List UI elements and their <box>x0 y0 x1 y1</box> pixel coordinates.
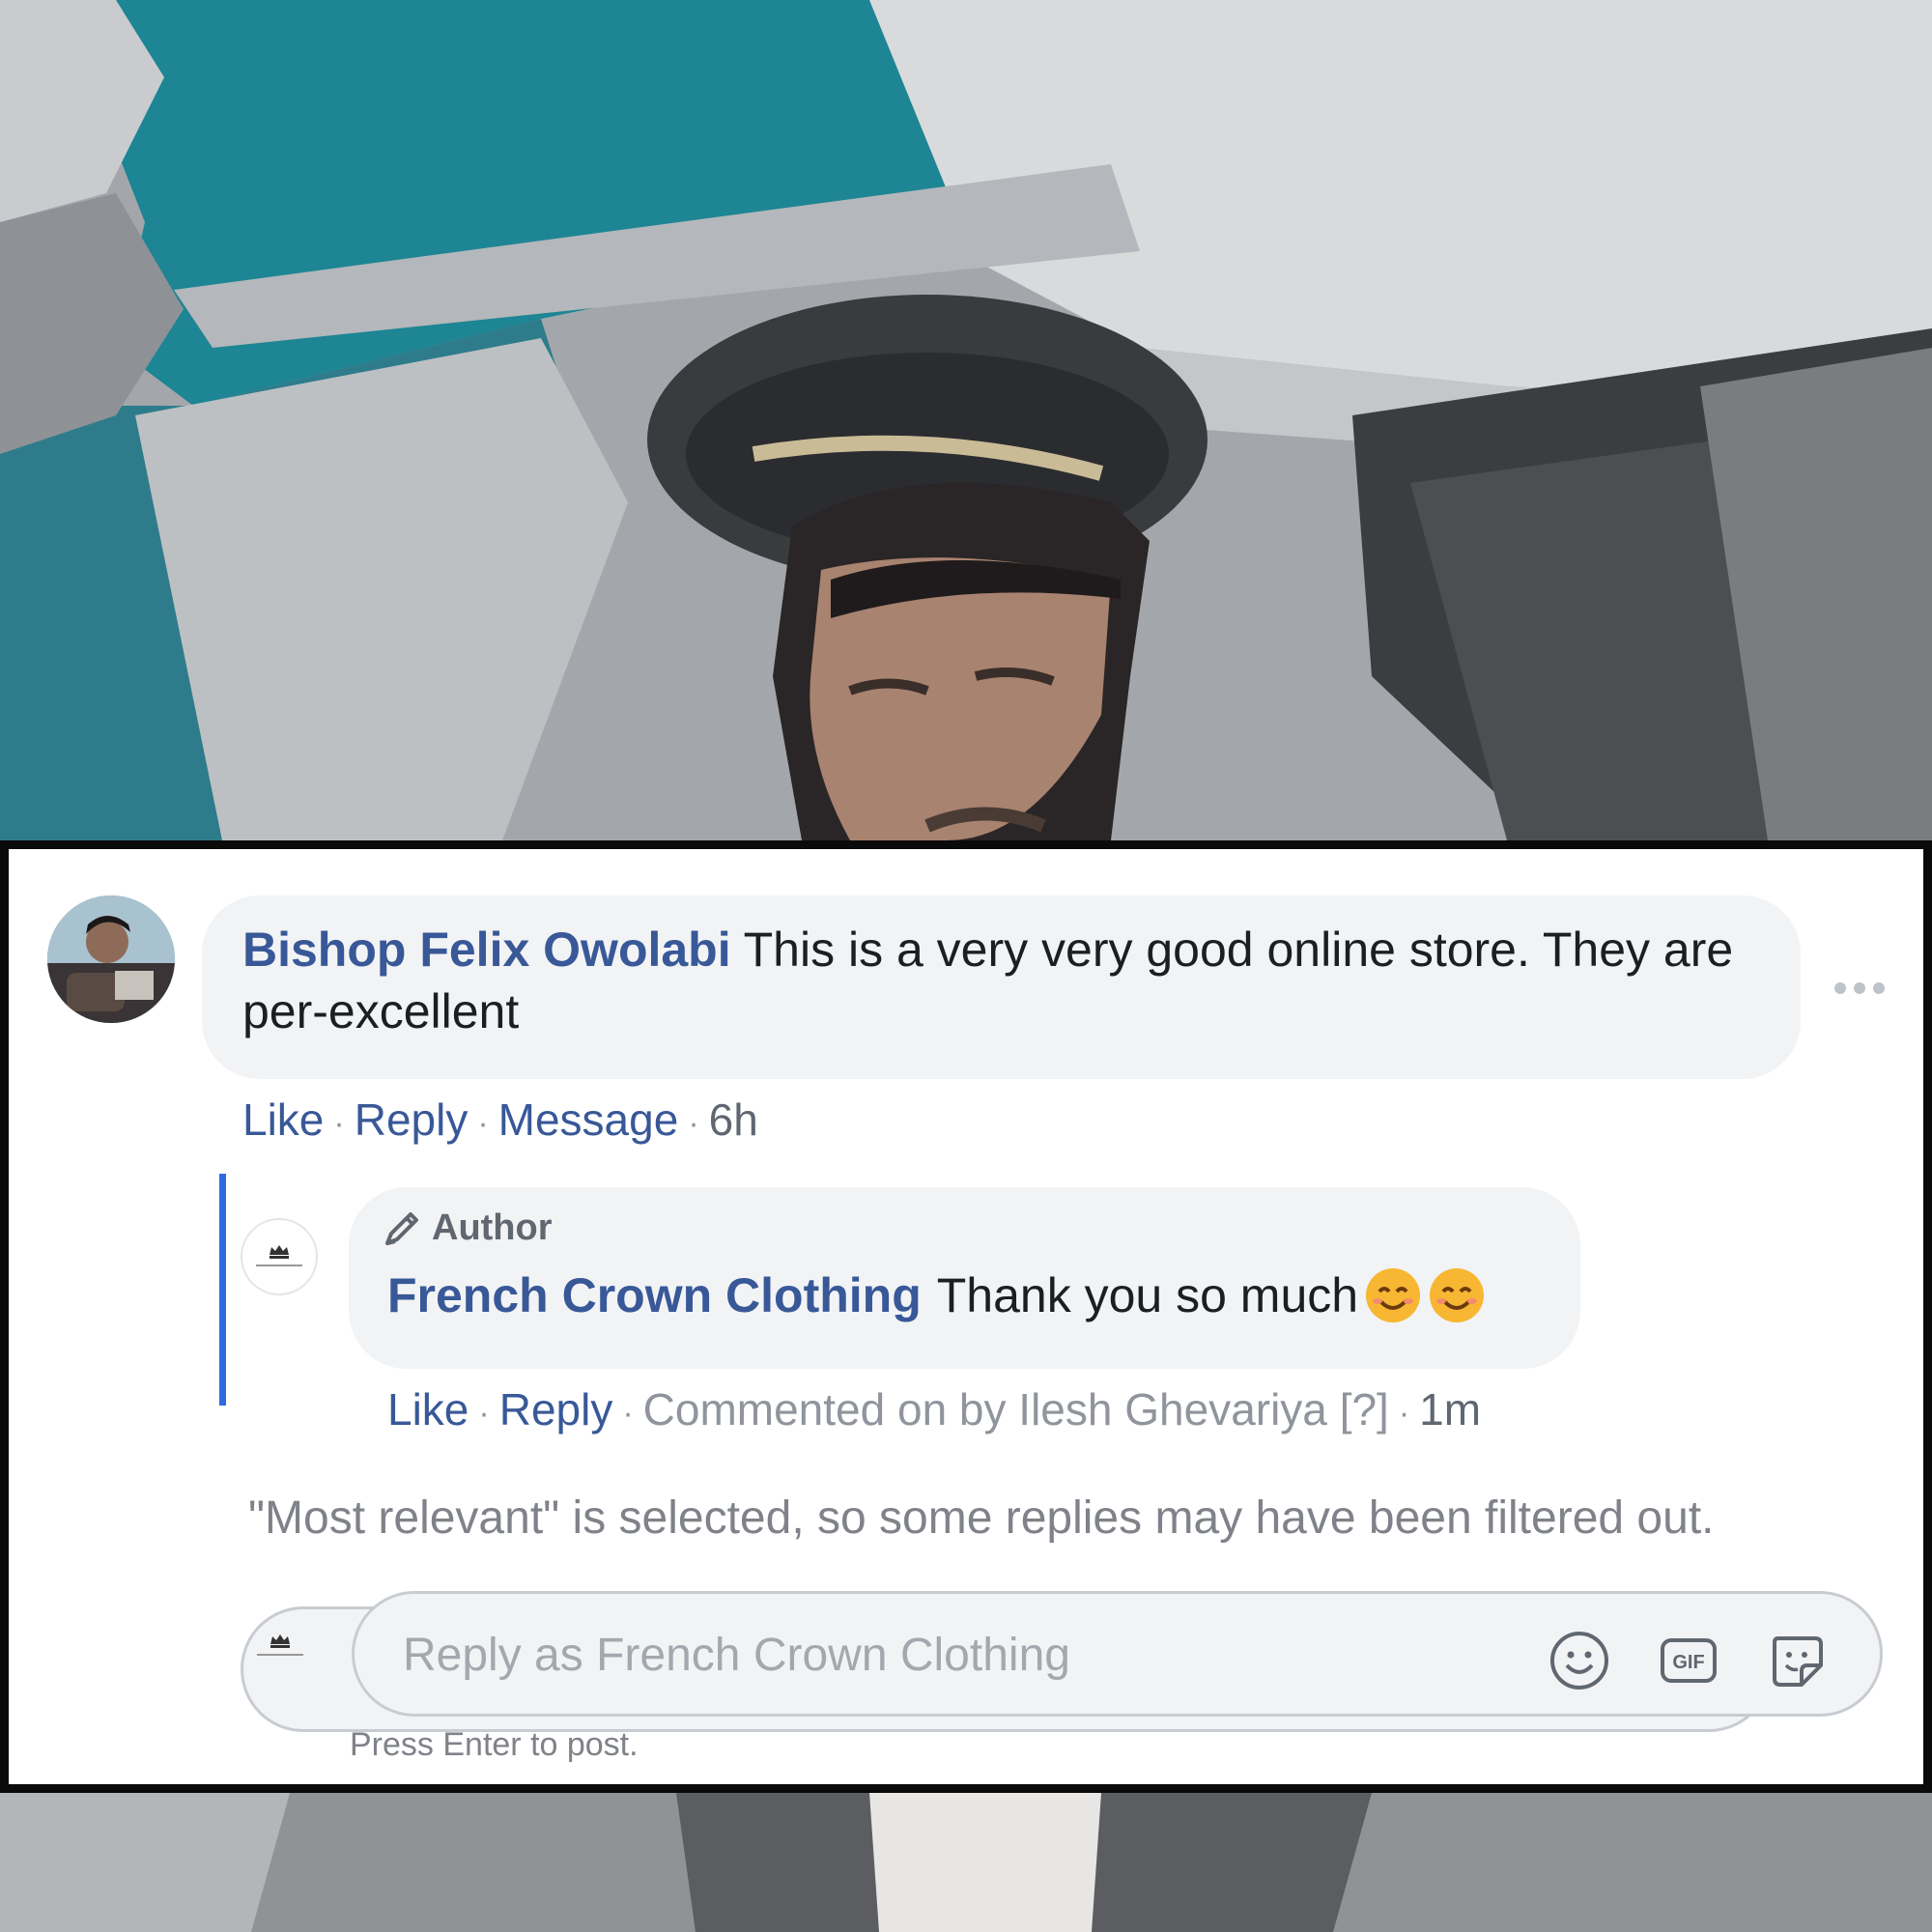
crown-logo-icon <box>256 1245 302 1266</box>
author-badge: Author <box>382 1207 553 1249</box>
comment-panel: Bishop Felix Owolabi This is a very very… <box>0 840 1932 1793</box>
reply-text: Thank you so much <box>936 1268 1359 1322</box>
commenter-avatar[interactable] <box>47 895 175 1023</box>
sticker-icon[interactable] <box>1765 1629 1829 1692</box>
help-link[interactable]: [?] <box>1340 1384 1389 1435</box>
comment-body: Bishop Felix Owolabi This is a very very… <box>242 919 1758 1042</box>
page-name-link[interactable]: French Crown Clothing <box>387 1264 922 1326</box>
like-link[interactable]: Like <box>387 1384 469 1435</box>
separator: · <box>622 1394 634 1432</box>
separator: · <box>477 1104 489 1142</box>
reply-link[interactable]: Reply <box>499 1384 613 1435</box>
crown-logo-icon <box>257 1634 303 1656</box>
reply-body: French Crown Clothing Thank you so much <box>387 1264 1486 1326</box>
reply-link[interactable]: Reply <box>355 1094 469 1145</box>
thread-highlight-bar <box>219 1174 226 1406</box>
more-dot <box>1873 982 1885 994</box>
separator: · <box>478 1394 490 1432</box>
like-link[interactable]: Like <box>242 1094 324 1145</box>
page-avatar[interactable] <box>241 1218 318 1295</box>
reply-timestamp[interactable]: 1m <box>1419 1384 1481 1435</box>
separator: · <box>1398 1394 1410 1432</box>
reply-composer: GIF <box>352 1591 1883 1717</box>
more-options-icon[interactable] <box>1834 981 1885 995</box>
smiling-face-emoji-icon <box>1366 1268 1421 1322</box>
comment-timestamp[interactable]: 6h <box>709 1094 758 1145</box>
commenter-name-link[interactable]: Bishop Felix Owolabi <box>242 923 731 977</box>
press-enter-hint: Press Enter to post. <box>350 1726 639 1763</box>
comment-actions: Like · Reply · Message · 6h <box>242 1093 758 1151</box>
smiley-icon[interactable] <box>1548 1629 1611 1692</box>
filter-notice: "Most relevant" is selected, so some rep… <box>248 1492 1715 1544</box>
separator: · <box>688 1104 699 1142</box>
author-badge-label: Author <box>432 1207 553 1248</box>
svg-text:GIF: GIF <box>1672 1652 1704 1673</box>
more-dot <box>1854 982 1865 994</box>
reply-actions: Like · Reply · Commented on by Ilesh Ghevari… <box>387 1382 1481 1440</box>
reply-input[interactable] <box>401 1615 1467 1694</box>
pen-icon <box>385 1212 418 1245</box>
gif-icon[interactable]: GIF <box>1657 1629 1720 1692</box>
smiling-face-emoji-icon <box>1430 1268 1485 1322</box>
commenter-avatar-image <box>47 895 175 1023</box>
message-link[interactable]: Message <box>498 1094 679 1145</box>
comment-bubble: Bishop Felix Owolabi This is a very very… <box>202 895 1801 1079</box>
more-dot <box>1834 982 1846 994</box>
commented-by-text: Commented on by Ilesh Ghevariya <box>642 1384 1327 1435</box>
separator: · <box>333 1104 345 1142</box>
